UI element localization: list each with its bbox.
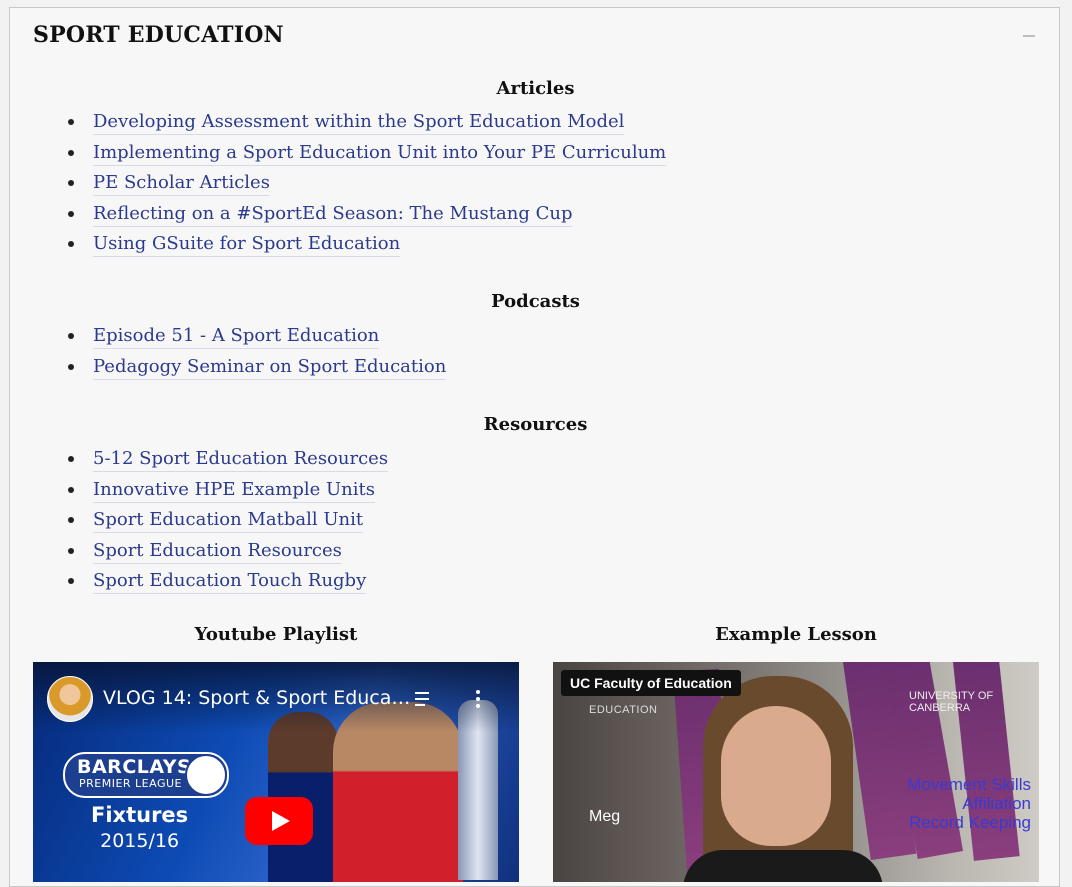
- video-title[interactable]: VLOG 14: Sport & Sport Educati...: [103, 687, 413, 709]
- example-lesson-embed[interactable]: UNIVERSITY OF CANBERRA UC Faculty of Edu…: [553, 662, 1039, 882]
- skills-overlay: Movement Skills Affiliation Record Keepi…: [907, 775, 1031, 832]
- resource-link[interactable]: Sport Education Resources: [93, 539, 342, 564]
- section-heading-articles: Articles: [496, 78, 575, 99]
- play-icon[interactable]: [245, 797, 313, 845]
- article-link[interactable]: Implementing a Sport Education Unit into…: [93, 141, 667, 166]
- panel-title: SPORT EDUCATION: [33, 22, 284, 48]
- presenter-face: [721, 706, 831, 846]
- example-lesson-heading: Example Lesson: [715, 624, 877, 645]
- channel-name[interactable]: UC Faculty of Education: [561, 670, 741, 696]
- sport-education-panel: SPORT EDUCATION Articles Developing Asse…: [9, 7, 1060, 887]
- article-link[interactable]: Using GSuite for Sport Education: [93, 232, 401, 257]
- youtube-playlist-heading: Youtube Playlist: [194, 624, 358, 645]
- article-link[interactable]: PE Scholar Articles: [93, 171, 270, 196]
- resource-link[interactable]: 5-12 Sport Education Resources: [93, 447, 389, 472]
- resource-link[interactable]: Sport Education Matball Unit: [93, 508, 364, 533]
- minus-icon[interactable]: [1023, 35, 1035, 37]
- resource-link[interactable]: Sport Education Touch Rugby: [93, 569, 367, 594]
- education-label: EDUCATION: [589, 704, 658, 716]
- university-logo: UNIVERSITY OF CANBERRA: [909, 690, 994, 714]
- more-vert-icon[interactable]: [476, 690, 480, 710]
- section-heading-resources: Resources: [483, 414, 588, 435]
- article-link[interactable]: Reflecting on a #SportEd Season: The Mus…: [93, 202, 573, 227]
- podcast-link[interactable]: Episode 51 - A Sport Education: [93, 324, 380, 349]
- article-link[interactable]: Developing Assessment within the Sport E…: [93, 110, 625, 135]
- youtube-playlist-embed[interactable]: BARCLAYS PREMIER LEAGUE Fixtures 2015/16…: [33, 662, 519, 882]
- podcast-link[interactable]: Pedagogy Seminar on Sport Education: [93, 355, 447, 380]
- section-heading-podcasts: Podcasts: [491, 291, 580, 312]
- fixtures-text: Fixtures 2015/16: [91, 803, 189, 852]
- resource-link[interactable]: Innovative HPE Example Units: [93, 478, 375, 503]
- playlist-icon[interactable]: [415, 692, 435, 708]
- channel-avatar[interactable]: [47, 676, 93, 722]
- lion-icon: [185, 754, 227, 796]
- presenter-name: Meg: [589, 808, 621, 825]
